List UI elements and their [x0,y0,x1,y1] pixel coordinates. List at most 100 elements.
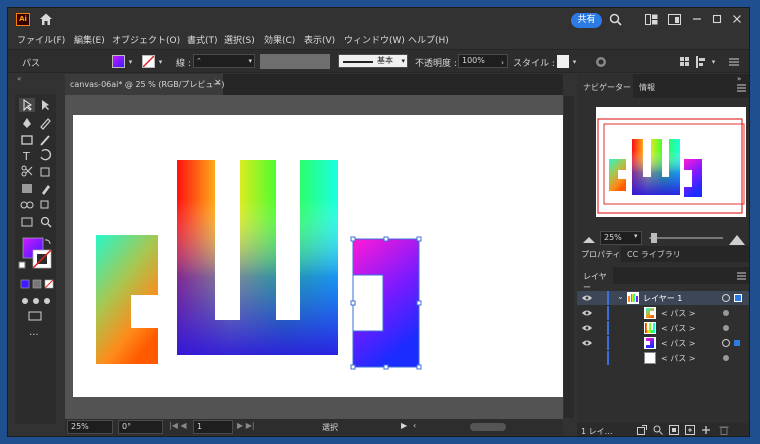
artboard-number-field[interactable]: 1 [193,420,233,434]
navigator-zoom-slider[interactable] [649,237,723,239]
search-icon[interactable] [608,12,622,26]
path-name[interactable]: < パス > [661,308,696,319]
artboard[interactable] [73,115,563,397]
target-icon[interactable] [722,339,730,347]
visibility-eye-icon[interactable] [582,309,592,317]
layer-row-path-1[interactable]: < パス > [577,306,749,320]
tab-properties[interactable]: プロパティ [577,246,621,262]
share-button[interactable]: 共有 [571,13,602,28]
right-panel-dock: ナビゲーター 情報 » 25% ▾ プロパティ CC ライブラリ レイヤー ⌄ … [577,74,749,436]
shape-middle-w[interactable] [177,160,338,355]
svg-text:T: T [22,150,30,163]
layers-menu-icon[interactable] [737,272,746,280]
selection-indicator[interactable] [734,340,740,346]
collapse-toolbar-icon[interactable]: « [17,75,31,85]
recolor-artwork-icon[interactable] [594,55,607,68]
vertical-scrollbar[interactable] [564,96,574,418]
fill-swatch[interactable] [112,55,125,68]
visibility-eye-icon[interactable] [582,294,592,302]
search-icon[interactable] [653,425,663,435]
navigator-zoom-row: 25% ▾ [577,230,749,246]
navigator-menu-icon[interactable] [737,84,746,92]
align-icon[interactable] [678,55,690,68]
panel-layout-icon[interactable] [667,13,681,26]
new-sublayer-icon[interactable] [685,425,695,435]
layer-count: 1 レイ… [581,427,613,436]
chevron-down-icon[interactable]: ▾ [709,56,718,68]
panel-collapse-icon[interactable]: » [737,75,741,83]
target-icon[interactable] [722,294,730,302]
delete-icon[interactable] [719,425,729,435]
menu-window[interactable]: ウィンドウ(W) [344,33,405,46]
status-arrow-icon[interactable]: ▶ [401,421,407,430]
tab-layers-label: レイヤー [583,272,607,292]
svg-text:···: ··· [29,330,39,341]
selection-indicator[interactable] [734,294,742,302]
menu-effect[interactable]: 効果(C) [264,33,295,46]
tab-title: canvas-06ai* @ 25 % (RGB/プレビュー) [70,80,225,89]
horizontal-scrollbar-thumb[interactable] [470,423,506,431]
scroll-left-icon[interactable]: ‹ [413,421,416,430]
zoom-field[interactable]: 25% [67,420,113,434]
tab-navigator[interactable]: ナビゲーター [577,74,633,98]
menu-type[interactable]: 書式(T) [187,33,218,46]
target-icon[interactable] [723,355,729,361]
shape-right-bracket[interactable] [353,239,419,367]
menu-select[interactable]: 選択(S) [224,33,255,46]
target-icon[interactable] [723,310,729,316]
path-name[interactable]: < パス > [661,323,696,334]
tab-close-icon[interactable]: × [214,78,222,88]
next-artboard-icon[interactable]: ▶ ▶| [237,421,255,430]
path-name[interactable]: < パス > [661,353,696,364]
chevron-down-icon[interactable]: ▾ [156,56,165,68]
chevron-down-icon[interactable]: ▾ [126,56,135,68]
layer-thumbnail [627,292,639,304]
path-thumbnail [644,337,656,349]
layer-row-1[interactable]: ⌄ レイヤー 1 [577,291,749,305]
menu-edit[interactable]: 編集(E) [74,33,105,46]
first-artboard-icon[interactable]: |◀ ◀ [169,421,187,430]
home-icon[interactable] [39,12,53,26]
chevron-right-icon[interactable]: › [498,56,507,68]
shape-left-bracket[interactable] [96,235,158,364]
transform-icon[interactable] [694,55,708,68]
clipping-mask-icon[interactable] [669,425,679,435]
layer-row-path-4[interactable]: < パス > [577,351,749,365]
new-layer-icon[interactable] [701,425,711,435]
navigator-zoom-slider-thumb[interactable] [651,233,657,243]
graphic-style-swatch[interactable] [557,55,569,68]
export-icon[interactable] [637,425,647,435]
visibility-eye-icon[interactable] [582,324,592,332]
expand-layer-icon[interactable]: ⌄ [617,292,624,301]
stroke-weight-field[interactable]: ⌃ ▾ [193,54,255,68]
close-icon[interactable] [731,12,743,25]
tab-cc-libraries[interactable]: CC ライブラリ [627,249,681,260]
target-icon[interactable] [723,325,729,331]
stroke-swatch[interactable] [142,55,155,68]
tab-document[interactable]: canvas-06ai* @ 25 % (RGB/プレビュー) × [65,74,225,95]
layer-row-path-3[interactable]: < パス > [577,336,749,350]
tab-layers[interactable]: レイヤー [577,267,613,292]
maximize-icon[interactable] [711,12,723,25]
current-tool-label: 選択 [322,423,338,432]
chevron-down-icon[interactable]: ▾ [634,232,638,240]
stroke-style-dropdown[interactable]: 基本 ▾ [338,54,408,68]
navigator-preview[interactable] [596,107,746,217]
arrange-documents-icon[interactable] [644,13,658,26]
menu-view[interactable]: 表示(V) [304,33,335,46]
chevron-down-icon[interactable]: ▾ [570,56,579,68]
layer-name[interactable]: レイヤー 1 [643,293,682,304]
rotation-field[interactable]: 0° [118,420,163,434]
panel-menu-icon[interactable] [728,55,740,68]
minimize-icon[interactable] [691,12,703,25]
path-name[interactable]: < パス > [661,338,696,349]
layer-row-path-2[interactable]: < パス > [577,321,749,335]
variable-width-profile[interactable] [260,54,330,69]
tab-info[interactable]: 情報 [639,82,655,93]
menu-object[interactable]: オブジェクト(O) [112,33,180,46]
menu-file[interactable]: ファイル(F) [17,33,65,46]
menu-help[interactable]: ヘルプ(H) [408,33,449,46]
tools-panel: T ··· [15,94,56,424]
canvas-area[interactable] [65,95,563,419]
visibility-eye-icon[interactable] [582,339,592,347]
